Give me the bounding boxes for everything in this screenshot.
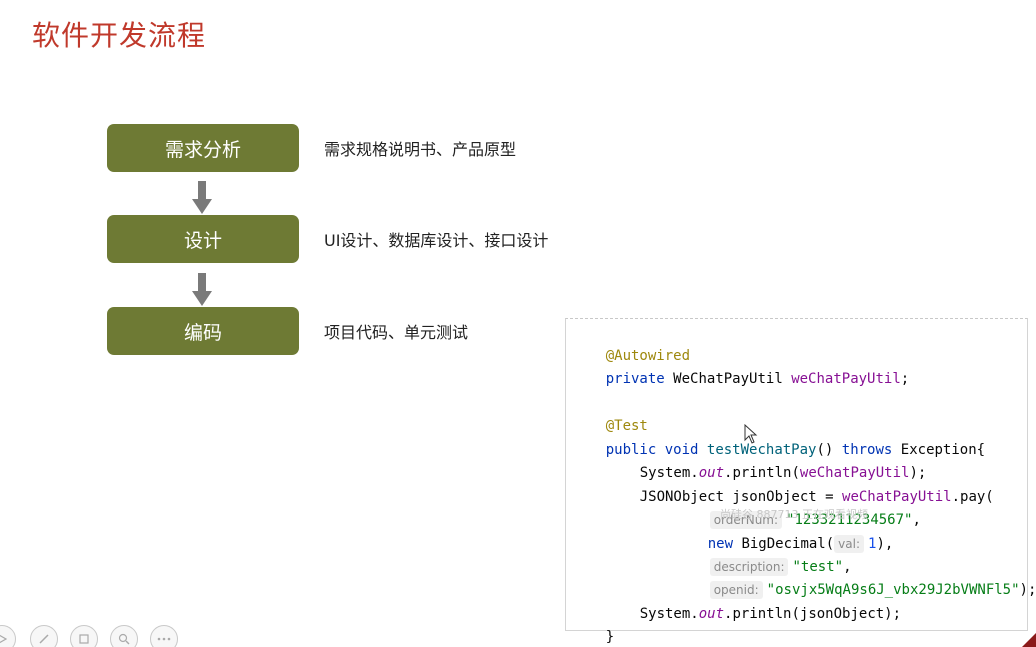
code-line: openid: "osvjx5WqA9s6J_vbx29J2bVWNFl5"); [676,557,1036,599]
presentation-toolbar [0,623,200,647]
step-label: 需求分析 [164,138,241,161]
code-line: description: "test", [676,534,852,576]
slide-title: 软件开发流程 [32,19,207,52]
zoom-icon[interactable] [110,625,138,647]
more-icon[interactable] [150,625,178,647]
slides-icon[interactable] [70,625,98,647]
code-line: System.out.println(weChatPayUtil); [639,465,927,481]
arrow-down-icon [192,181,212,214]
code-line: @Autowired [605,348,691,364]
cursor-icon [744,424,758,444]
arrow-down-icon [192,273,212,306]
code-line: public void testWechatPay() throws Excep… [605,442,986,458]
step-desc-requirements: 需求规格说明书、产品原型 [324,140,517,159]
step-box-design: 设计 [107,215,299,263]
code-line: } [605,629,615,645]
code-line: private WeChatPayUtil weChatPayUtil; [605,371,910,387]
code-snippet-panel: @Autowired private WeChatPayUtil weChatP… [565,318,1036,645]
step-desc-coding: 项目代码、单元测试 [324,323,469,342]
watermark: 尚硅谷 887713 正在观看视频 [720,508,868,521]
step-box-coding: 编码 [107,307,299,355]
step-box-requirements: 需求分析 [107,124,299,172]
step-label: 编码 [183,321,222,344]
step-label: 设计 [183,229,222,252]
code-line: System.out.println(jsonObject); [639,606,902,622]
code-line: JSONObject jsonObject = weChatPayUtil.pa… [639,489,994,505]
pen-icon[interactable] [30,625,58,647]
code-line: @Test [605,418,648,434]
corner-decoration [1022,633,1036,647]
step-desc-design: UI设计、数据库设计、接口设计 [324,231,549,250]
play-icon[interactable] [0,625,16,647]
